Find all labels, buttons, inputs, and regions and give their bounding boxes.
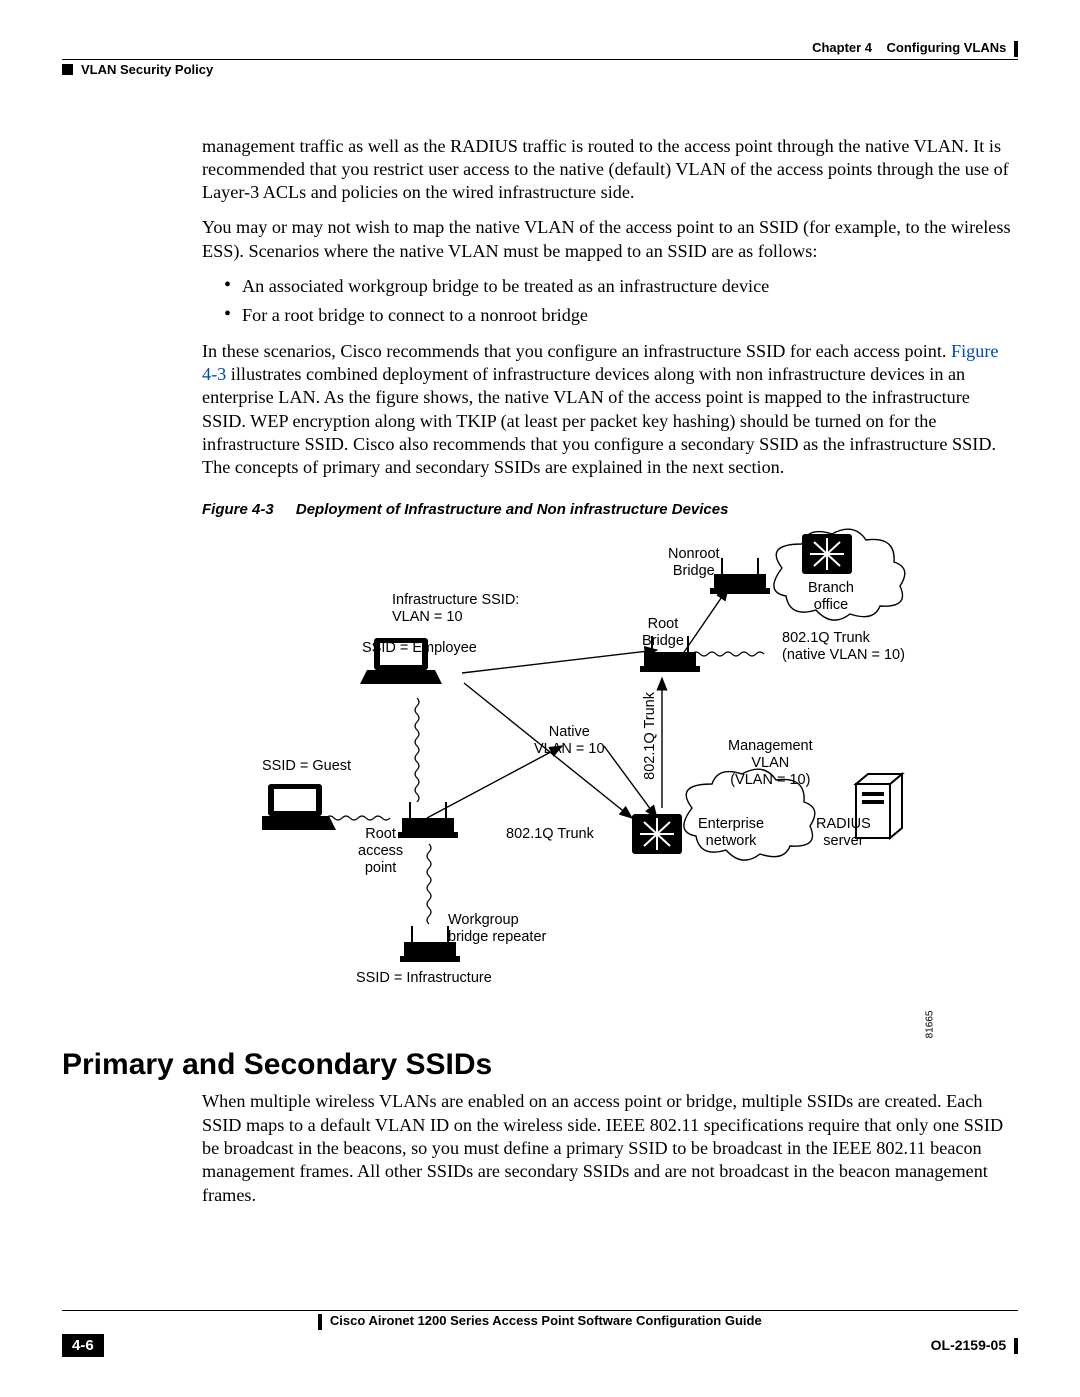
paragraph: You may or may not wish to map the nativ… (202, 216, 1018, 263)
label-trunk-vertical: 802.1Q Trunk (642, 692, 659, 780)
label-wgb: Workgroupbridge repeater (448, 912, 546, 945)
figure-number: Figure 4-3 (202, 501, 274, 518)
paragraph: management traffic as well as the RADIUS… (202, 135, 1018, 205)
paragraph: When multiple wireless VLANs are enabled… (202, 1090, 1018, 1206)
label-trunk-native: 802.1Q Trunk(native VLAN = 10) (782, 630, 905, 663)
figure-diagram: NonrootBridge Branchoffice Infrastructur… (262, 528, 922, 1008)
page-number: 4-6 (62, 1334, 104, 1357)
header-bar-icon (1014, 41, 1018, 57)
label-trunk-horiz: 802.1Q Trunk (506, 826, 594, 843)
image-ref-number: 81665 (925, 1010, 937, 1038)
router-icon (802, 534, 852, 574)
chapter-label: Chapter 4 (812, 40, 872, 55)
laptop-icon (262, 784, 336, 830)
chapter-title: Configuring VLANs (886, 40, 1006, 55)
paragraph: In these scenarios, Cisco recommends tha… (202, 340, 1018, 480)
footer-bar-icon (318, 1314, 322, 1330)
label-ssid-employee: SSID = Employee (362, 640, 477, 657)
figure-title: Deployment of Infrastructure and Non inf… (296, 501, 729, 518)
label-radius: RADIUSserver (816, 816, 871, 849)
heading-primary-secondary-ssids: Primary and Secondary SSIDs (62, 1048, 1018, 1082)
label-mgmt-vlan: ManagementVLAN(VLAN = 10) (728, 738, 813, 788)
label-ssid-infra: SSID = Infrastructure (356, 970, 492, 987)
section-title: VLAN Security Policy (81, 62, 213, 77)
label-enterprise: Enterprisenetwork (698, 816, 764, 849)
list-item: An associated workgroup bridge to be tre… (224, 275, 1018, 298)
label-ssid-guest: SSID = Guest (262, 758, 351, 775)
square-bullet-icon (62, 64, 73, 75)
router-icon (632, 814, 682, 854)
label-branch-office: Branchoffice (808, 580, 854, 613)
footer-bar-icon (1014, 1338, 1018, 1354)
document-number: OL-2159-05 (931, 1337, 1006, 1353)
access-point-icon (398, 802, 458, 838)
list-item: For a root bridge to connect to a nonroo… (224, 304, 1018, 327)
label-root-bridge: RootBridge (642, 616, 684, 649)
label-native-vlan: NativeVLAN = 10 (534, 724, 605, 757)
label-nonroot-bridge: NonrootBridge (668, 546, 720, 579)
label-root-ap: Rootaccesspoint (358, 826, 403, 876)
label-infra-ssid: Infrastructure SSID:VLAN = 10 (392, 592, 519, 625)
footer-guide-title: Cisco Aironet 1200 Series Access Point S… (330, 1313, 762, 1328)
